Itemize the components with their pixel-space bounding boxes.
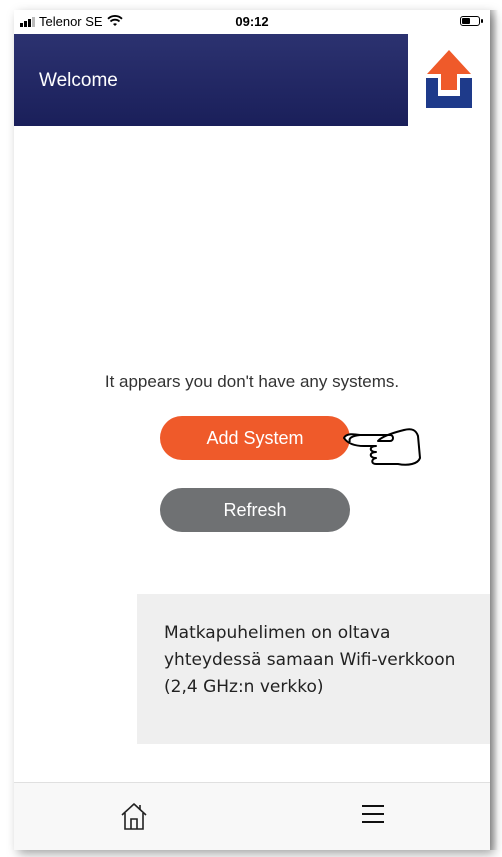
menu-icon[interactable] [362,805,384,829]
empty-state-message: It appears you don't have any systems. [104,372,400,391]
info-note: Matkapuhelimen on oltava yhteydessä sama… [137,594,490,744]
page-shadow [490,10,498,850]
status-bar: Telenor SE 09:12 [14,10,490,34]
note-text: Matkapuhelimen on oltava yhteydessä sama… [164,623,456,697]
pointing-hand-icon [342,418,422,473]
add-system-label: Add System [206,427,304,448]
battery-icon [460,16,483,26]
status-time: 09:12 [235,14,269,29]
tab-bar [14,782,490,850]
phone-screen: Telenor SE 09:12 Welcome It appears you … [14,10,490,850]
refresh-label: Refresh [223,499,287,520]
app-header: Welcome [14,34,408,126]
add-system-button[interactable]: Add System [160,416,350,460]
page-title: Welcome [39,70,118,91]
refresh-button[interactable]: Refresh [160,488,350,532]
home-icon[interactable] [119,801,149,836]
upload-arrow-logo [408,34,490,126]
